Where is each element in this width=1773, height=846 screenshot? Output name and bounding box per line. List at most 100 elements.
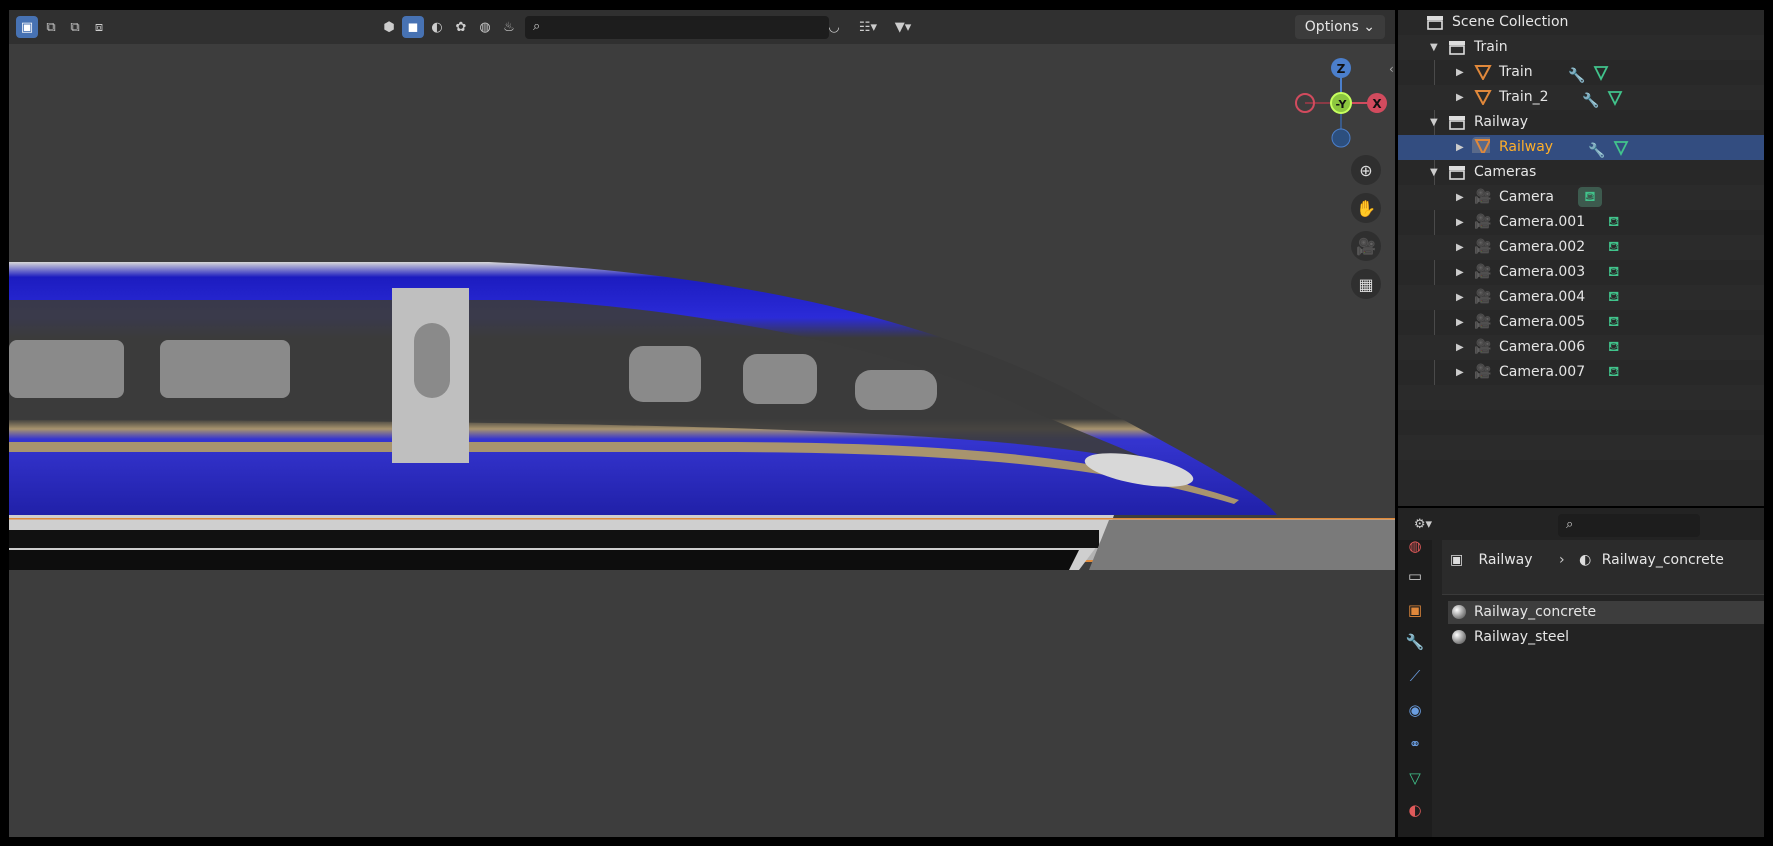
outliner-label: Scene Collection xyxy=(1452,14,1569,30)
filter-icon[interactable]: ▼▾ xyxy=(887,16,919,38)
search-icon: ⌕ xyxy=(1566,517,1574,532)
mesh-data-icon[interactable] xyxy=(1606,89,1624,107)
material-preview-icon[interactable]: ◐ xyxy=(426,16,448,38)
tab-object-icon[interactable]: ▣ xyxy=(1403,598,1427,622)
outliner-row-camera[interactable]: ▶ 🎥 Camera ⛾ xyxy=(1398,185,1764,210)
mesh-data-icon[interactable] xyxy=(1592,64,1610,82)
outliner-row-camera[interactable]: ▶ 🎥 Camera.003 ⛾ xyxy=(1398,260,1764,285)
material-slot[interactable]: Railway_steel xyxy=(1448,626,1764,649)
pan-hand-icon[interactable]: ✋ xyxy=(1351,193,1381,223)
wrench-icon[interactable]: 🔧 xyxy=(1588,139,1606,159)
collapse-triangle-icon[interactable]: ▶ xyxy=(1456,360,1464,385)
select-mode-intersect-icon[interactable]: ⧈ xyxy=(88,16,110,38)
zoom-icon[interactable]: ⊕ xyxy=(1351,155,1381,185)
grid-ortho-icon[interactable]: ▦ xyxy=(1351,269,1381,299)
outliner-row-camera[interactable]: ▶ 🎥 Camera.005 ⛾ xyxy=(1398,310,1764,335)
camera-data-icon[interactable]: ⛾ xyxy=(1608,235,1626,255)
properties-search-input[interactable]: ⌕ xyxy=(1558,514,1700,537)
collapse-triangle-icon[interactable]: ▶ xyxy=(1456,210,1464,235)
outliner-row-collection[interactable]: ▼ Train xyxy=(1398,35,1764,60)
filter-dropdown-icon[interactable]: ◡ xyxy=(823,16,845,38)
outliner-empty-row xyxy=(1398,460,1764,485)
navigation-gizmo[interactable]: Z X -Y xyxy=(1271,48,1395,158)
collapse-triangle-icon[interactable]: ▶ xyxy=(1456,60,1464,85)
camera-data-icon[interactable]: ⛾ xyxy=(1608,260,1626,280)
object-square-icon: ▣ xyxy=(1450,552,1464,568)
outliner-row-camera[interactable]: ▶ 🎥 Camera.004 ⛾ xyxy=(1398,285,1764,310)
collapse-triangle-icon[interactable]: ▶ xyxy=(1456,260,1464,285)
outliner-row-camera[interactable]: ▶ 🎥 Camera.006 ⛾ xyxy=(1398,335,1764,360)
texture-paint-icon[interactable]: ✿ xyxy=(450,16,472,38)
outliner-row-camera[interactable]: ▶ 🎥 Camera.002 ⛾ xyxy=(1398,235,1764,260)
tab-data-icon[interactable]: ▽ xyxy=(1403,766,1427,790)
outliner-row-camera[interactable]: ▶ 🎥 Camera.001 ⛾ xyxy=(1398,210,1764,235)
tab-material-icon[interactable]: ◐ xyxy=(1403,798,1427,822)
tab-physics-icon[interactable]: ◉ xyxy=(1403,698,1427,722)
outliner-row-collection[interactable]: ▼ Railway xyxy=(1398,110,1764,135)
collapse-triangle-icon[interactable]: ▶ xyxy=(1456,285,1464,310)
camera-data-icon[interactable]: ⛾ xyxy=(1578,187,1602,207)
outliner-row-object-selected[interactable]: ▶ Railway 🔧 xyxy=(1398,135,1764,160)
expand-triangle-icon[interactable]: ▼ xyxy=(1430,160,1438,185)
camera-data-icon[interactable]: ⛾ xyxy=(1608,285,1626,305)
mesh-object-icon xyxy=(1474,90,1492,105)
display-mode-icon[interactable]: ☷▾ xyxy=(852,16,884,38)
camera-view-icon[interactable]: 🎥 xyxy=(1351,231,1381,261)
select-mode-subtract-icon[interactable]: ⧉ xyxy=(64,16,86,38)
tab-modifier-wrench-icon[interactable]: 🔧 xyxy=(1403,630,1427,654)
material-slot[interactable]: Railway_concrete xyxy=(1448,601,1764,624)
expand-triangle-icon[interactable]: ▼ xyxy=(1430,110,1438,135)
material-slot-label: Railway_concrete xyxy=(1474,604,1597,620)
outliner-row-object[interactable]: ▶ Train_2 🔧 xyxy=(1398,85,1764,110)
tab-particles-icon[interactable]: ⟋ xyxy=(1403,664,1427,688)
camera-data-icon[interactable]: ⛾ xyxy=(1608,310,1626,330)
tab-constraints-icon[interactable]: ⚭ xyxy=(1403,732,1427,756)
outliner-row-object[interactable]: ▶ Train 🔧 xyxy=(1398,60,1764,85)
wrench-icon[interactable]: 🔧 xyxy=(1582,89,1600,109)
tab-scene-icon[interactable]: ◍ xyxy=(1403,534,1427,558)
collapse-triangle-icon[interactable]: ▶ xyxy=(1456,85,1464,110)
outliner-row-scene-collection[interactable]: Scene Collection xyxy=(1398,10,1764,35)
3d-viewport[interactable]: ▣ ⧉ ⧉ ⧈ ⬢ ◼ ◐ ✿ ◍ ♨ ⌕ ◡ ☷▾ ▼▾ Options ⌄ … xyxy=(9,10,1395,837)
options-label: Options xyxy=(1304,19,1359,35)
camera-data-icon[interactable]: ⛾ xyxy=(1608,360,1626,380)
app-frame: ▣ ⧉ ⧉ ⧈ ⬢ ◼ ◐ ✿ ◍ ♨ ⌕ ◡ ☷▾ ▼▾ Options ⌄ … xyxy=(0,0,1773,846)
world-icon[interactable]: ◍ xyxy=(474,16,496,38)
camera-data-icon[interactable]: ⛾ xyxy=(1608,335,1626,355)
collapse-triangle-icon[interactable]: ▶ xyxy=(1456,310,1464,335)
outliner-panel[interactable]: Scene Collection ▼ Train ▶ Train 🔧 ▶ Tra… xyxy=(1398,10,1764,506)
outliner-row-collection[interactable]: ▼ Cameras xyxy=(1398,160,1764,185)
properties-panel[interactable]: ⚙▾ ⌕ ◍ ▭ ▣ 🔧 ⟋ ◉ ⚭ ▽ ◐ ▣ Railway › ◐ Rai… xyxy=(1398,508,1764,837)
expand-triangle-icon[interactable]: ▼ xyxy=(1430,35,1438,60)
wrench-icon[interactable]: 🔧 xyxy=(1568,64,1586,84)
material-slot-label: Railway_steel xyxy=(1474,629,1569,645)
material-slot-list[interactable]: Railway_concrete Railway_steel xyxy=(1442,594,1764,837)
wireframe-toggle-icon[interactable]: ⬢ xyxy=(378,16,400,38)
select-mode-new-icon[interactable]: ▣ xyxy=(16,16,38,38)
solid-shading-icon[interactable]: ◼ xyxy=(402,16,424,38)
collapse-triangle-icon[interactable]: ▶ xyxy=(1456,335,1464,360)
sidebar-toggle-icon[interactable]: ‹ xyxy=(1389,62,1394,76)
options-button[interactable]: Options ⌄ xyxy=(1294,15,1385,39)
outliner-row-camera[interactable]: ▶ 🎥 Camera.007 ⛾ xyxy=(1398,360,1764,385)
camera-object-icon: 🎥 xyxy=(1474,314,1492,330)
collapse-triangle-icon[interactable]: ▶ xyxy=(1456,185,1464,210)
editor-type-icon[interactable]: ⚙▾ xyxy=(1406,513,1440,535)
outliner-empty-row xyxy=(1398,385,1764,410)
tab-collection-icon[interactable]: ▭ xyxy=(1403,564,1427,588)
outliner-label: Camera.002 xyxy=(1499,239,1586,255)
mesh-object-icon xyxy=(1472,137,1490,153)
train-render xyxy=(9,262,1395,570)
collapse-triangle-icon[interactable]: ▶ xyxy=(1456,235,1464,260)
viewport-search-input[interactable]: ⌕ xyxy=(525,16,829,39)
outliner-label: Camera.003 xyxy=(1499,264,1586,280)
brush-icon[interactable]: ♨ xyxy=(498,16,520,38)
camera-object-icon: 🎥 xyxy=(1474,289,1492,305)
outliner-label: Camera.006 xyxy=(1499,339,1586,355)
gizmo-neg-z-axis[interactable] xyxy=(1331,128,1351,148)
camera-data-icon[interactable]: ⛾ xyxy=(1608,210,1626,230)
mesh-data-icon[interactable] xyxy=(1612,139,1630,157)
collapse-triangle-icon[interactable]: ▶ xyxy=(1456,135,1464,160)
viewport-header: ▣ ⧉ ⧉ ⧈ ⬢ ◼ ◐ ✿ ◍ ♨ ⌕ ◡ ☷▾ ▼▾ Options ⌄ xyxy=(9,10,1395,44)
select-mode-extend-icon[interactable]: ⧉ xyxy=(40,16,62,38)
